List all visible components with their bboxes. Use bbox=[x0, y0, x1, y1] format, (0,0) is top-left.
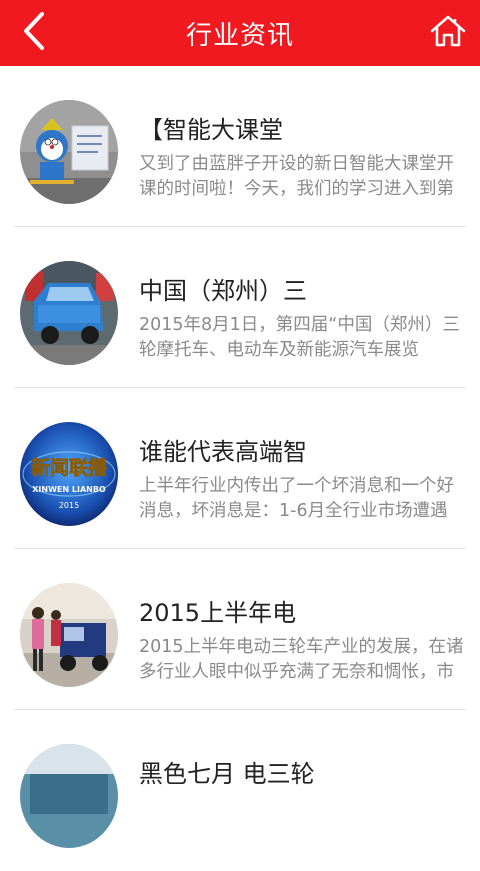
home-button[interactable] bbox=[426, 11, 470, 55]
page-title: 行业资讯 bbox=[185, 20, 294, 51]
article-title: 2015上半年电 bbox=[139, 599, 297, 627]
article-summary: 2015年8月1日，第四届“中国（郑州）三轮摩托车、电动车及新能源汽车展览 bbox=[139, 315, 460, 360]
article-title: 【智能大课堂 bbox=[139, 116, 283, 144]
thumbnail-title-text: 新闻联播 bbox=[31, 456, 108, 479]
chevron-left-icon bbox=[20, 11, 48, 55]
article-list: 【智能大课堂 又到了由蓝胖子开设的新日智能大课堂开课的时间啦！今天，我们的学习进… bbox=[0, 66, 480, 871]
thumbnail-year-text: 2015 bbox=[59, 501, 79, 510]
list-item[interactable]: 中国（郑州）三 2015年8月1日，第四届“中国（郑州）三轮摩托车、电动车及新能… bbox=[0, 227, 480, 388]
article-thumbnail bbox=[20, 583, 118, 687]
thumbnail-subtitle-text: XINWEN LIANBO bbox=[32, 485, 106, 494]
article-thumbnail bbox=[20, 744, 118, 848]
article-summary: 又到了由蓝胖子开设的新日智能大课堂开课的时间啦！今天，我们的学习进入到第 bbox=[139, 154, 454, 199]
article-title: 黑色七月 电三轮 bbox=[139, 760, 315, 788]
article-title: 谁能代表高端智 bbox=[139, 438, 307, 466]
home-icon bbox=[430, 14, 466, 52]
article-summary: 上半年行业内传出了一个坏消息和一个好消息，坏消息是：1-6月全行业市场遭遇 bbox=[139, 476, 454, 521]
list-item[interactable]: 黑色七月 电三轮 bbox=[0, 710, 480, 871]
list-item[interactable]: 新闻联播 XINWEN LIANBO 2015 谁能代表高端智 上半年行业内传出… bbox=[0, 388, 480, 549]
article-thumbnail bbox=[20, 100, 118, 204]
list-item[interactable]: 2015上半年电 2015上半年电动三轮车产业的发展，在诸多行业人眼中似乎充满了… bbox=[0, 549, 480, 710]
article-title: 中国（郑州）三 bbox=[139, 277, 307, 305]
app-header: 行业资讯 bbox=[0, 0, 480, 66]
list-item[interactable]: 【智能大课堂 又到了由蓝胖子开设的新日智能大课堂开课的时间啦！今天，我们的学习进… bbox=[0, 66, 480, 227]
article-summary: 2015上半年电动三轮车产业的发展，在诸多行业人眼中似乎充满了无奈和惆怅，市 bbox=[139, 637, 464, 682]
article-summary bbox=[139, 796, 467, 846]
back-button[interactable] bbox=[12, 11, 56, 55]
article-thumbnail bbox=[20, 261, 118, 365]
article-thumbnail: 新闻联播 XINWEN LIANBO 2015 bbox=[20, 422, 118, 526]
